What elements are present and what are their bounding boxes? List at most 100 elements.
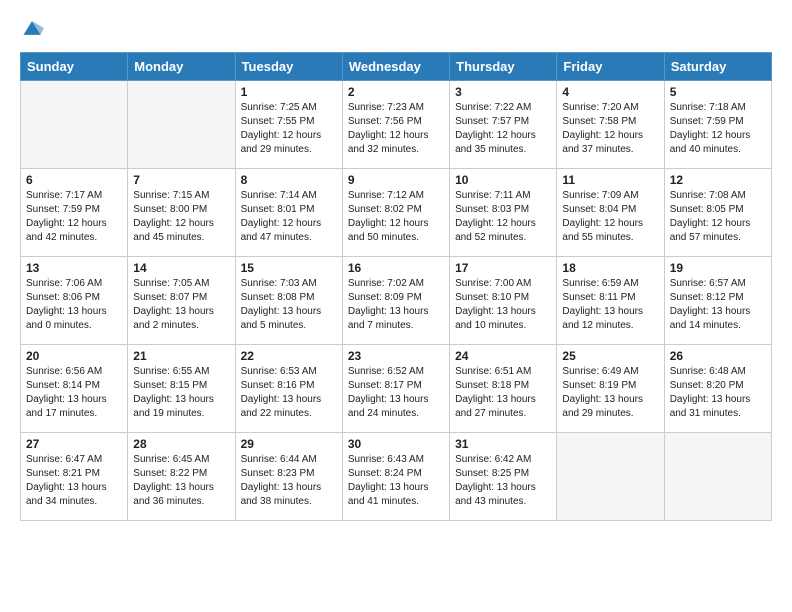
day-number: 22 <box>241 349 337 363</box>
weekday-header-row: SundayMondayTuesdayWednesdayThursdayFrid… <box>21 53 772 81</box>
day-info: Sunrise: 7:20 AMSunset: 7:58 PMDaylight:… <box>562 101 658 157</box>
day-number: 13 <box>26 261 122 275</box>
day-info: Sunrise: 7:17 AMSunset: 7:59 PMDaylight:… <box>26 189 122 245</box>
day-number: 4 <box>562 85 658 99</box>
calendar-cell: 18 Sunrise: 6:59 AMSunset: 8:11 PMDayligh… <box>557 257 664 345</box>
calendar-cell: 2Sunrise: 7:23 AMSunset: 7:56 PMDaylight… <box>342 81 449 169</box>
day-info: Sunrise: 6:44 AMSunset: 8:23 PMDaylight:… <box>241 453 337 509</box>
weekday-header-wednesday: Wednesday <box>342 53 449 81</box>
calendar-cell: 13 Sunrise: 7:06 AMSunset: 8:06 PMDayligh… <box>21 257 128 345</box>
day-number: 24 <box>455 349 551 363</box>
day-number: 14 <box>133 261 229 275</box>
day-number: 25 <box>562 349 658 363</box>
day-number: 5 <box>670 85 766 99</box>
day-info: Sunrise: 6:52 AMSunset: 8:17 PMDaylight:… <box>348 365 444 421</box>
calendar-cell: 24Sunrise: 6:51 AMSunset: 8:18 PMDayligh… <box>450 345 557 433</box>
logo <box>20 16 44 40</box>
day-number: 23 <box>348 349 444 363</box>
calendar-cell: 23 Sunrise: 6:52 AMSunset: 8:17 PMDayligh… <box>342 345 449 433</box>
day-number: 27 <box>26 437 122 451</box>
calendar-cell: 7 Sunrise: 7:15 AMSunset: 8:00 PMDaylight… <box>128 169 235 257</box>
day-number: 11 <box>562 173 658 187</box>
day-info: Sunrise: 7:00 AMSunset: 8:10 PMDaylight:… <box>455 277 551 333</box>
day-info: Sunrise: 6:43 AMSunset: 8:24 PMDaylight:… <box>348 453 444 509</box>
calendar-week-2: 13 Sunrise: 7:06 AMSunset: 8:06 PMDayligh… <box>21 257 772 345</box>
day-number: 17 <box>455 261 551 275</box>
day-info: Sunrise: 7:02 AMSunset: 8:09 PMDaylight:… <box>348 277 444 333</box>
calendar-cell: 28Sunrise: 6:45 AMSunset: 8:22 PMDayligh… <box>128 433 235 521</box>
weekday-header-friday: Friday <box>557 53 664 81</box>
calendar-cell: 3 Sunrise: 7:22 AMSunset: 7:57 PMDaylight… <box>450 81 557 169</box>
day-number: 15 <box>241 261 337 275</box>
day-info: Sunrise: 6:55 AMSunset: 8:15 PMDaylight:… <box>133 365 229 421</box>
calendar-cell: 16 Sunrise: 7:02 AMSunset: 8:09 PMDayligh… <box>342 257 449 345</box>
day-number: 12 <box>670 173 766 187</box>
day-number: 18 <box>562 261 658 275</box>
calendar-cell: 15 Sunrise: 7:03 AMSunset: 8:08 PMDayligh… <box>235 257 342 345</box>
day-number: 28 <box>133 437 229 451</box>
calendar-cell: 8 Sunrise: 7:14 AMSunset: 8:01 PMDaylight… <box>235 169 342 257</box>
calendar-cell <box>664 433 771 521</box>
calendar-cell: 4 Sunrise: 7:20 AMSunset: 7:58 PMDaylight… <box>557 81 664 169</box>
day-number: 7 <box>133 173 229 187</box>
calendar-cell: 30 Sunrise: 6:43 AMSunset: 8:24 PMDayligh… <box>342 433 449 521</box>
header <box>20 16 772 40</box>
day-number: 30 <box>348 437 444 451</box>
calendar-cell: 1Sunrise: 7:25 AMSunset: 7:55 PMDaylight… <box>235 81 342 169</box>
day-info: Sunrise: 7:22 AMSunset: 7:57 PMDaylight:… <box>455 101 551 157</box>
day-info: Sunrise: 6:42 AMSunset: 8:25 PMDaylight:… <box>455 453 551 509</box>
day-number: 26 <box>670 349 766 363</box>
calendar-cell: 17 Sunrise: 7:00 AMSunset: 8:10 PMDayligh… <box>450 257 557 345</box>
day-info: Sunrise: 6:56 AMSunset: 8:14 PMDaylight:… <box>26 365 122 421</box>
day-number: 1 <box>241 85 337 99</box>
calendar-week-4: 27 Sunrise: 6:47 AMSunset: 8:21 PMDayligh… <box>21 433 772 521</box>
day-info: Sunrise: 7:11 AMSunset: 8:03 PMDaylight:… <box>455 189 551 245</box>
day-info: Sunrise: 7:06 AMSunset: 8:06 PMDaylight:… <box>26 277 122 333</box>
day-info: Sunrise: 6:59 AMSunset: 8:11 PMDaylight:… <box>562 277 658 333</box>
calendar-cell: 10 Sunrise: 7:11 AMSunset: 8:03 PMDayligh… <box>450 169 557 257</box>
calendar-cell <box>557 433 664 521</box>
day-info: Sunrise: 6:47 AMSunset: 8:21 PMDaylight:… <box>26 453 122 509</box>
calendar-week-3: 20Sunrise: 6:56 AMSunset: 8:14 PMDayligh… <box>21 345 772 433</box>
day-number: 8 <box>241 173 337 187</box>
day-info: Sunrise: 6:53 AMSunset: 8:16 PMDaylight:… <box>241 365 337 421</box>
calendar-cell: 9 Sunrise: 7:12 AMSunset: 8:02 PMDaylight… <box>342 169 449 257</box>
calendar-table: SundayMondayTuesdayWednesdayThursdayFrid… <box>20 52 772 521</box>
day-number: 9 <box>348 173 444 187</box>
day-number: 10 <box>455 173 551 187</box>
calendar-cell: 5 Sunrise: 7:18 AMSunset: 7:59 PMDaylight… <box>664 81 771 169</box>
day-info: Sunrise: 6:48 AMSunset: 8:20 PMDaylight:… <box>670 365 766 421</box>
calendar-cell: 20Sunrise: 6:56 AMSunset: 8:14 PMDayligh… <box>21 345 128 433</box>
calendar-cell: 14Sunrise: 7:05 AMSunset: 8:07 PMDayligh… <box>128 257 235 345</box>
calendar-cell <box>128 81 235 169</box>
calendar-cell: 26 Sunrise: 6:48 AMSunset: 8:20 PMDayligh… <box>664 345 771 433</box>
day-info: Sunrise: 7:18 AMSunset: 7:59 PMDaylight:… <box>670 101 766 157</box>
logo-icon <box>20 16 44 40</box>
day-info: Sunrise: 7:15 AMSunset: 8:00 PMDaylight:… <box>133 189 229 245</box>
calendar-cell: 21 Sunrise: 6:55 AMSunset: 8:15 PMDayligh… <box>128 345 235 433</box>
day-info: Sunrise: 7:08 AMSunset: 8:05 PMDaylight:… <box>670 189 766 245</box>
day-number: 3 <box>455 85 551 99</box>
calendar-week-0: 1Sunrise: 7:25 AMSunset: 7:55 PMDaylight… <box>21 81 772 169</box>
day-number: 29 <box>241 437 337 451</box>
calendar-cell: 11 Sunrise: 7:09 AMSunset: 8:04 PMDayligh… <box>557 169 664 257</box>
weekday-header-monday: Monday <box>128 53 235 81</box>
day-info: Sunrise: 7:12 AMSunset: 8:02 PMDaylight:… <box>348 189 444 245</box>
day-info: Sunrise: 7:09 AMSunset: 8:04 PMDaylight:… <box>562 189 658 245</box>
day-number: 2 <box>348 85 444 99</box>
calendar-cell <box>21 81 128 169</box>
day-info: Sunrise: 7:14 AMSunset: 8:01 PMDaylight:… <box>241 189 337 245</box>
calendar-cell: 31 Sunrise: 6:42 AMSunset: 8:25 PMDayligh… <box>450 433 557 521</box>
weekday-header-saturday: Saturday <box>664 53 771 81</box>
calendar-cell: 27 Sunrise: 6:47 AMSunset: 8:21 PMDayligh… <box>21 433 128 521</box>
calendar-cell: 29 Sunrise: 6:44 AMSunset: 8:23 PMDayligh… <box>235 433 342 521</box>
day-info: Sunrise: 6:49 AMSunset: 8:19 PMDaylight:… <box>562 365 658 421</box>
weekday-header-tuesday: Tuesday <box>235 53 342 81</box>
calendar-cell: 25 Sunrise: 6:49 AMSunset: 8:19 PMDayligh… <box>557 345 664 433</box>
day-number: 21 <box>133 349 229 363</box>
weekday-header-sunday: Sunday <box>21 53 128 81</box>
day-info: Sunrise: 7:03 AMSunset: 8:08 PMDaylight:… <box>241 277 337 333</box>
day-number: 16 <box>348 261 444 275</box>
calendar-cell: 12 Sunrise: 7:08 AMSunset: 8:05 PMDayligh… <box>664 169 771 257</box>
day-number: 31 <box>455 437 551 451</box>
